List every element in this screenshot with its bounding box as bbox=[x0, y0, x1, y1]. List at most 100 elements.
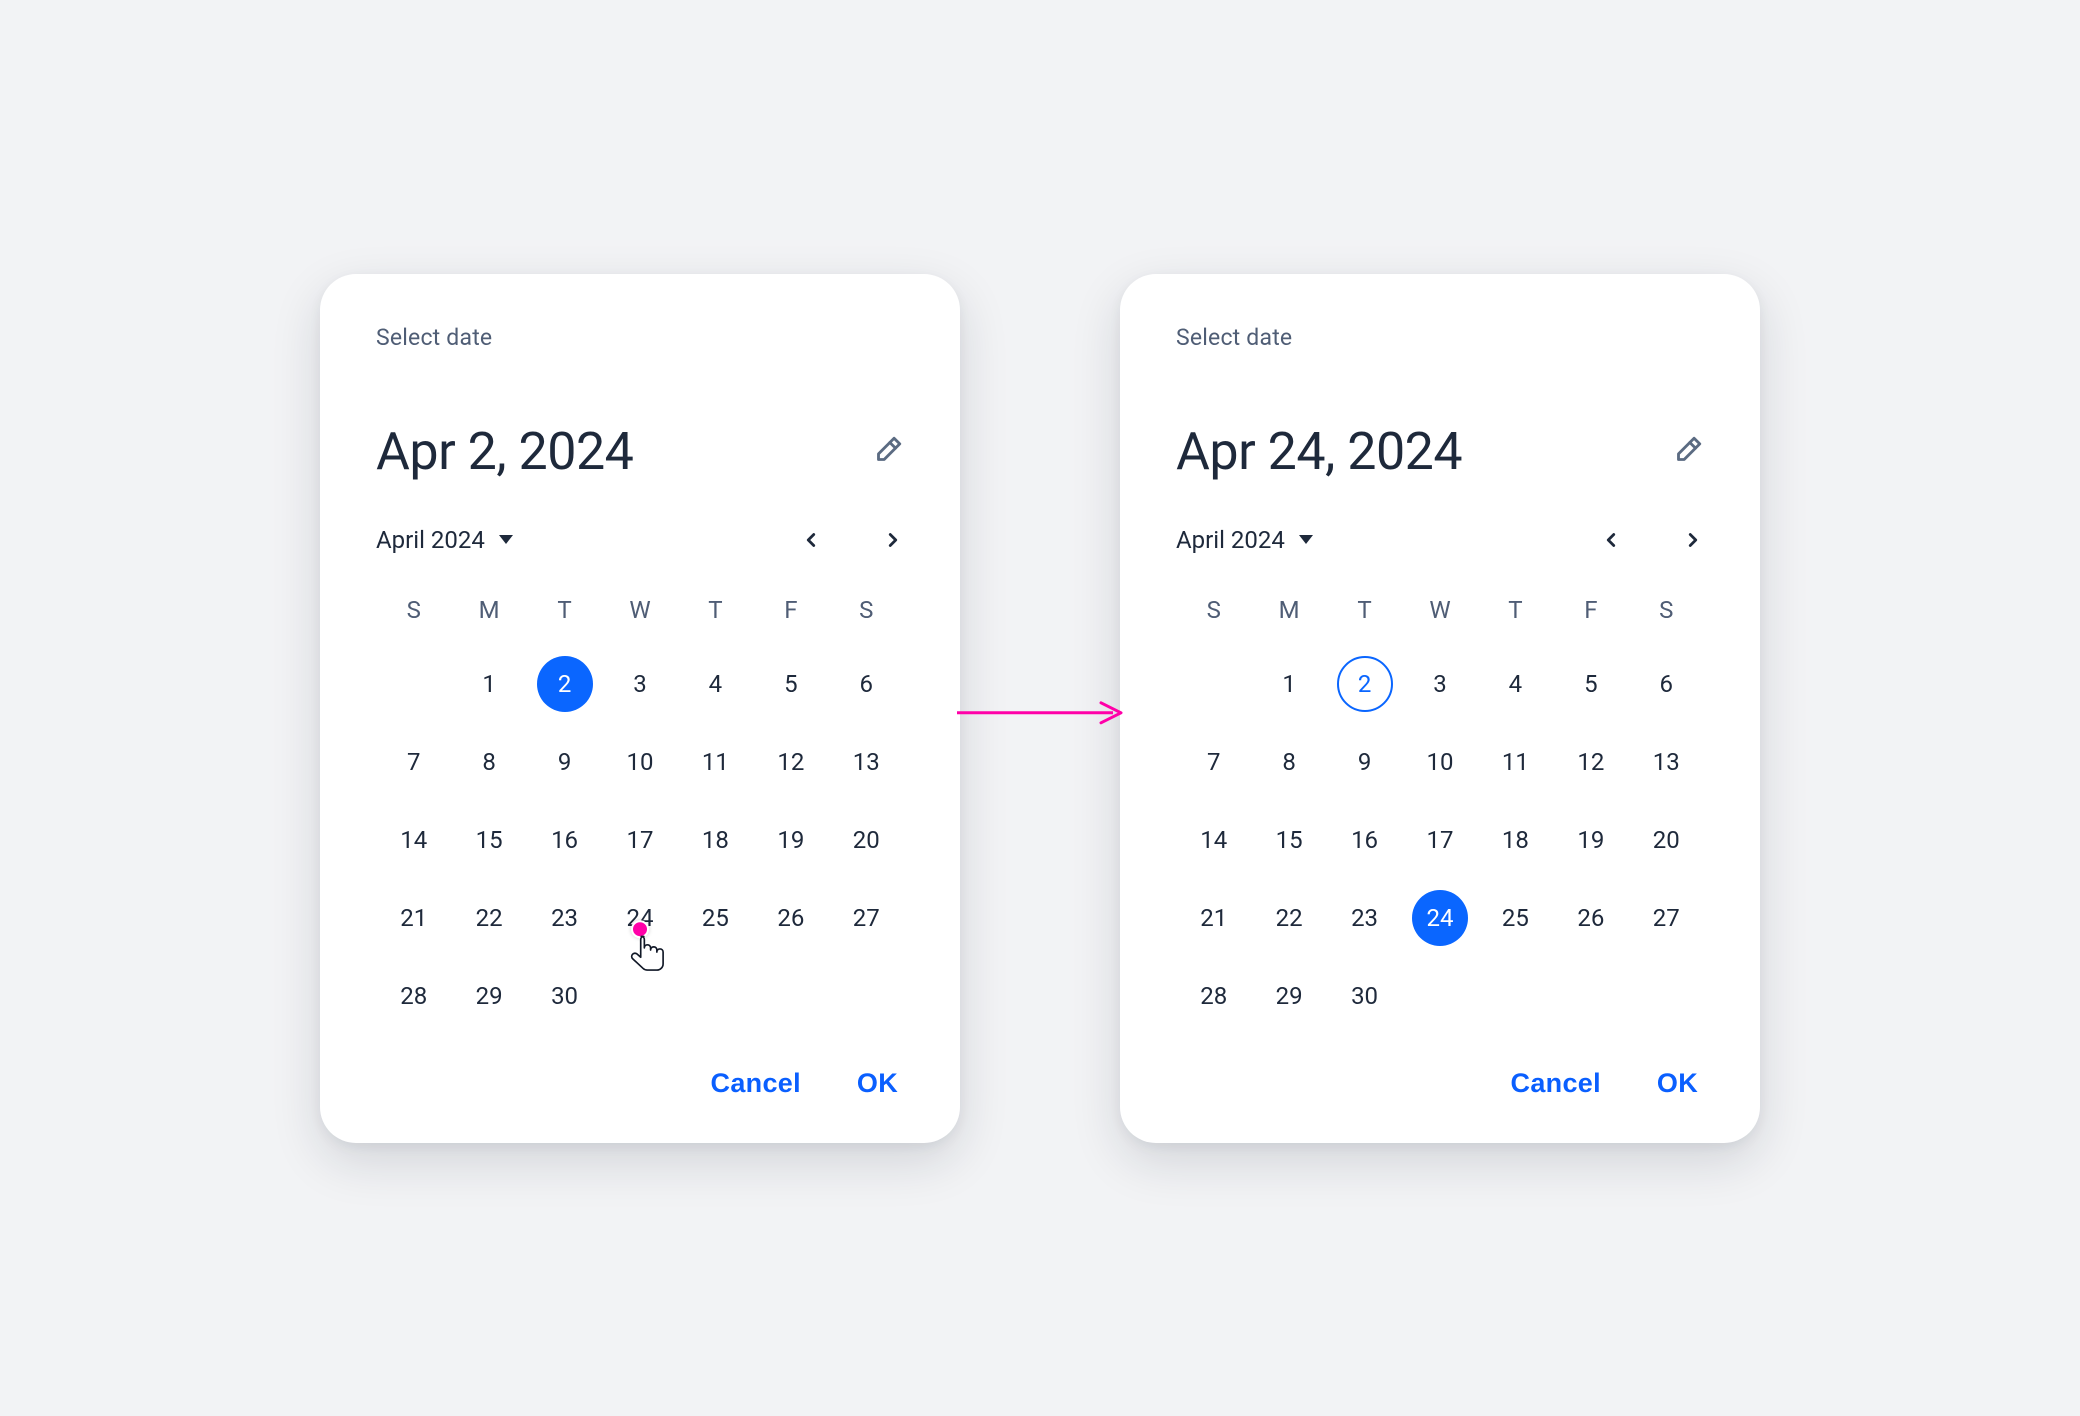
day-label: 17 bbox=[1412, 812, 1468, 868]
day-cell[interactable]: 13 bbox=[1629, 734, 1704, 790]
day-cell[interactable]: 6 bbox=[1629, 656, 1704, 712]
day-label: 22 bbox=[461, 890, 517, 946]
day-cell[interactable]: 28 bbox=[1176, 968, 1251, 1024]
day-label: 15 bbox=[1261, 812, 1317, 868]
day-cell[interactable]: 7 bbox=[1176, 734, 1251, 790]
day-cell[interactable]: 30 bbox=[527, 968, 602, 1024]
day-cell[interactable]: 21 bbox=[1176, 890, 1251, 946]
day-cell[interactable]: 22 bbox=[451, 890, 526, 946]
day-cell[interactable]: 8 bbox=[451, 734, 526, 790]
day-label: 14 bbox=[1186, 812, 1242, 868]
prev-month-button[interactable] bbox=[800, 529, 822, 551]
day-cell[interactable]: 25 bbox=[1478, 890, 1553, 946]
tap-cursor-icon bbox=[631, 920, 649, 938]
day-cell[interactable]: 27 bbox=[829, 890, 904, 946]
day-cell[interactable]: 10 bbox=[602, 734, 677, 790]
next-month-button[interactable] bbox=[882, 529, 904, 551]
day-label: 6 bbox=[838, 656, 894, 712]
month-year-select[interactable]: April 2024 bbox=[1176, 526, 1313, 554]
day-cell[interactable]: 15 bbox=[451, 812, 526, 868]
cancel-button[interactable]: Cancel bbox=[1511, 1068, 1601, 1099]
ok-button[interactable]: OK bbox=[857, 1068, 898, 1099]
edit-icon[interactable] bbox=[1670, 434, 1704, 468]
day-label: 8 bbox=[461, 734, 517, 790]
dialog-supporting-text: Select date bbox=[376, 324, 904, 351]
cancel-button[interactable]: Cancel bbox=[711, 1068, 801, 1099]
day-cell[interactable]: 29 bbox=[451, 968, 526, 1024]
day-cell[interactable]: 4 bbox=[1478, 656, 1553, 712]
day-cell[interactable]: 11 bbox=[1478, 734, 1553, 790]
weekday-header: S bbox=[376, 596, 451, 634]
day-cell[interactable]: 28 bbox=[376, 968, 451, 1024]
day-cell[interactable]: 9 bbox=[1327, 734, 1402, 790]
day-cell[interactable]: 8 bbox=[1251, 734, 1326, 790]
day-cell[interactable]: 23 bbox=[527, 890, 602, 946]
day-cell[interactable]: 25 bbox=[678, 890, 753, 946]
day-cell[interactable]: 26 bbox=[1553, 890, 1628, 946]
next-month-button[interactable] bbox=[1682, 529, 1704, 551]
day-label: 16 bbox=[537, 812, 593, 868]
day-cell[interactable]: 7 bbox=[376, 734, 451, 790]
day-cell[interactable]: 29 bbox=[1251, 968, 1326, 1024]
day-cell[interactable]: 17 bbox=[602, 812, 677, 868]
day-cell[interactable]: 17 bbox=[1402, 812, 1477, 868]
selected-date-headline: Apr 2, 2024 bbox=[376, 421, 633, 482]
day-cell[interactable]: 12 bbox=[753, 734, 828, 790]
day-cell[interactable]: 18 bbox=[678, 812, 753, 868]
day-cell[interactable]: 30 bbox=[1327, 968, 1402, 1024]
day-cell[interactable]: 1 bbox=[451, 656, 526, 712]
day-cell[interactable]: 24 bbox=[1402, 890, 1477, 946]
day-cell[interactable]: 20 bbox=[829, 812, 904, 868]
transition-arrow-icon bbox=[955, 701, 1125, 725]
day-label: 21 bbox=[386, 890, 442, 946]
day-cell[interactable]: 9 bbox=[527, 734, 602, 790]
day-cell[interactable]: 19 bbox=[1553, 812, 1628, 868]
headline-row: Apr 2, 2024 bbox=[376, 421, 904, 482]
day-label: 4 bbox=[1487, 656, 1543, 712]
day-cell[interactable]: 22 bbox=[1251, 890, 1326, 946]
day-cell[interactable]: 20 bbox=[1629, 812, 1704, 868]
day-cell[interactable]: 19 bbox=[753, 812, 828, 868]
day-cell[interactable]: 5 bbox=[1553, 656, 1628, 712]
day-label: 28 bbox=[386, 968, 442, 1024]
day-label: 27 bbox=[1638, 890, 1694, 946]
day-cell[interactable]: 16 bbox=[1327, 812, 1402, 868]
day-label: 28 bbox=[1186, 968, 1242, 1024]
day-cell[interactable]: 4 bbox=[678, 656, 753, 712]
ok-button[interactable]: OK bbox=[1657, 1068, 1698, 1099]
headline-row: Apr 24, 2024 bbox=[1176, 421, 1704, 482]
day-cell[interactable]: 18 bbox=[1478, 812, 1553, 868]
day-label: 16 bbox=[1337, 812, 1393, 868]
day-cell[interactable]: 13 bbox=[829, 734, 904, 790]
day-cell[interactable]: 21 bbox=[376, 890, 451, 946]
day-label: 18 bbox=[1487, 812, 1543, 868]
selected-date-headline: Apr 24, 2024 bbox=[1176, 421, 1462, 482]
day-cell[interactable]: 1 bbox=[1251, 656, 1326, 712]
weekday-header: M bbox=[451, 596, 526, 634]
day-cell[interactable]: 11 bbox=[678, 734, 753, 790]
day-cell[interactable]: 6 bbox=[829, 656, 904, 712]
day-cell[interactable]: 10 bbox=[1402, 734, 1477, 790]
day-cell[interactable]: 2 bbox=[1327, 656, 1402, 712]
day-cell[interactable]: 14 bbox=[376, 812, 451, 868]
prev-month-button[interactable] bbox=[1600, 529, 1622, 551]
day-cell[interactable]: 5 bbox=[753, 656, 828, 712]
day-cell[interactable]: 24 bbox=[602, 890, 677, 946]
day-label: 24 bbox=[612, 890, 668, 946]
day-cell[interactable]: 3 bbox=[602, 656, 677, 712]
day-cell[interactable]: 14 bbox=[1176, 812, 1251, 868]
dropdown-icon bbox=[1299, 535, 1313, 544]
weekday-header: T bbox=[1478, 596, 1553, 634]
day-cell[interactable]: 23 bbox=[1327, 890, 1402, 946]
weekday-header: F bbox=[753, 596, 828, 634]
day-cell[interactable]: 26 bbox=[753, 890, 828, 946]
day-cell[interactable]: 3 bbox=[1402, 656, 1477, 712]
month-year-select[interactable]: April 2024 bbox=[376, 526, 513, 554]
day-cell[interactable]: 16 bbox=[527, 812, 602, 868]
day-cell[interactable]: 15 bbox=[1251, 812, 1326, 868]
weekday-header: W bbox=[1402, 596, 1477, 634]
day-cell[interactable]: 27 bbox=[1629, 890, 1704, 946]
edit-icon[interactable] bbox=[870, 434, 904, 468]
day-cell[interactable]: 12 bbox=[1553, 734, 1628, 790]
day-cell[interactable]: 2 bbox=[527, 656, 602, 712]
